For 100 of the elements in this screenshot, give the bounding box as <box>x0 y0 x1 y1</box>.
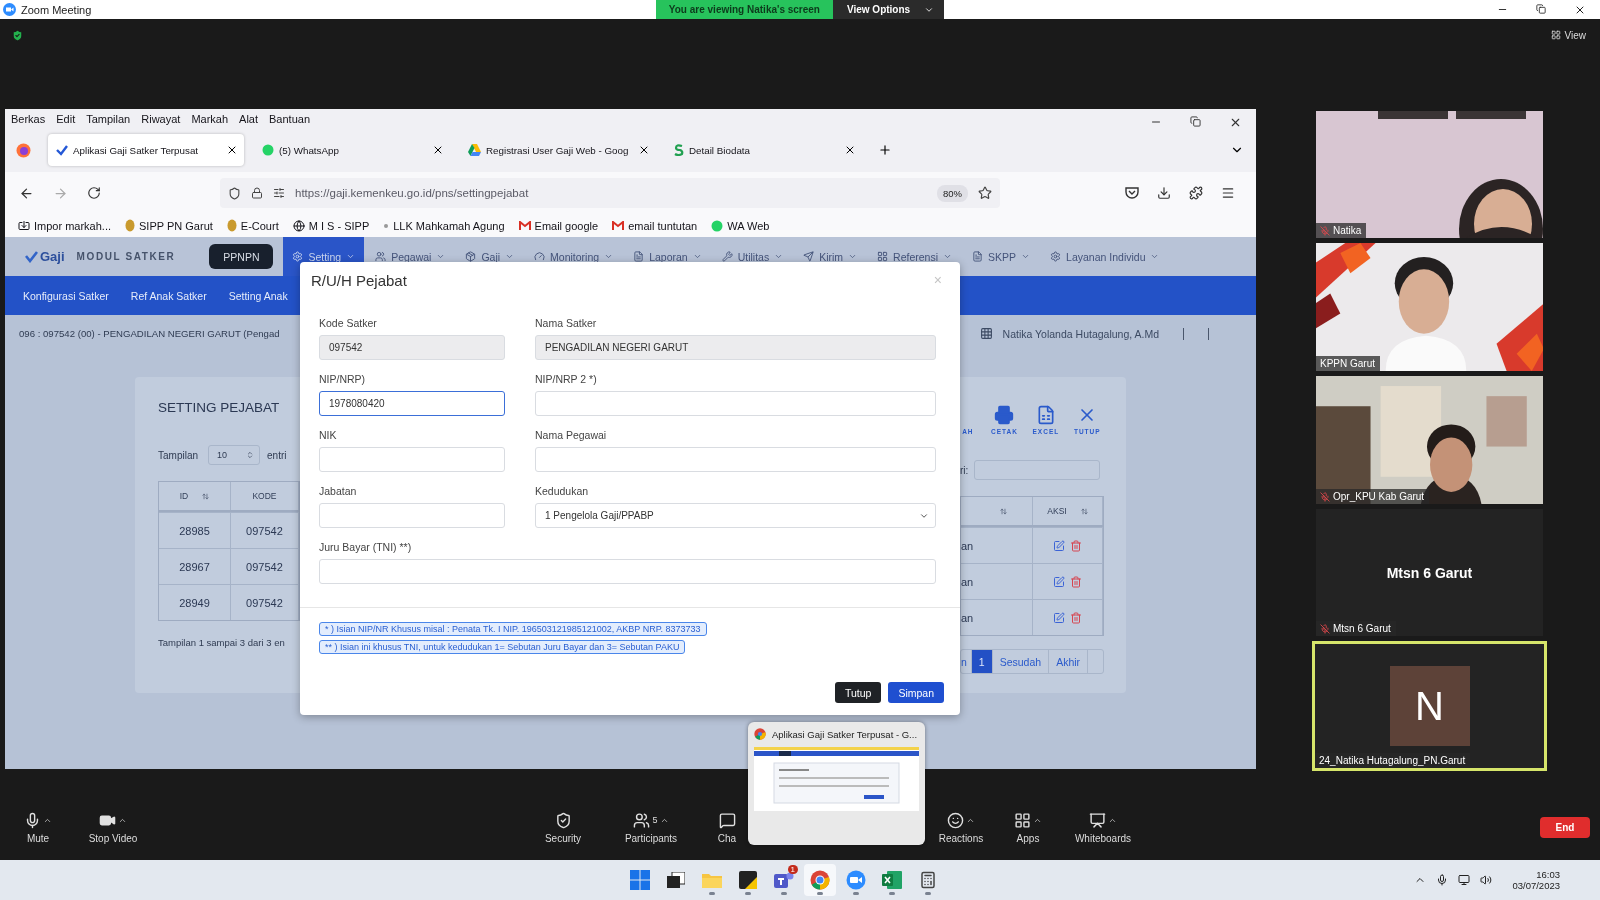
user-name[interactable]: Natika Yolanda Hutagalung, A.Md <box>1002 327 1160 340</box>
field-label: NIK <box>319 429 338 442</box>
window-title: Zoom Meeting <box>21 3 92 16</box>
table-cell: an <box>961 600 1033 635</box>
table-info: Tampilan 1 sampai 3 dari 3 en <box>158 637 286 648</box>
browser-tab[interactable]: (5) WhatsApp <box>254 134 450 166</box>
zoom-level[interactable]: 80% <box>937 184 968 202</box>
bookmark[interactable]: email tuntutan <box>612 219 698 232</box>
browser-tab[interactable]: Aplikasi Gaji Satker Terpusat <box>48 134 244 166</box>
menu-item[interactable]: Alat <box>239 112 259 125</box>
field-label: Nama Satker <box>535 317 598 330</box>
notification-badge: 1 <box>787 865 798 874</box>
table-cell: 097542 <box>230 585 299 620</box>
field-label: Juru Bayar (TNI) **) <box>319 541 413 554</box>
field-label: Kedudukan <box>535 485 590 498</box>
participant-display-name: Mtsn 6 Garut <box>1386 564 1473 581</box>
input-field[interactable]: 097542 <box>319 335 505 360</box>
toolbar-button[interactable]: Mute <box>3 811 73 844</box>
window-preview-popup[interactable]: Aplikasi Gaji Satker Terpusat - G... <box>748 722 925 845</box>
info-note: * ) Isian NIP/NR Khusus misal : Penata Tk. I NIP. 196503121985121002, AKBP NRP. 8373733 <box>319 622 707 636</box>
toolbar-button[interactable]: Apps <box>993 811 1063 844</box>
length-select[interactable]: 10 <box>208 445 261 465</box>
table-cell: an <box>961 528 1033 563</box>
bookmark[interactable]: WA Web <box>711 219 770 232</box>
input-field[interactable]: PENGADILAN NEGERI GARUT <box>535 335 936 360</box>
taskbar-app[interactable]: 1 <box>768 864 800 896</box>
bookmark[interactable]: SIPP PN Garut <box>125 219 213 232</box>
nav-item[interactable]: Gaji <box>456 237 524 276</box>
nav-item[interactable]: SKPP <box>963 237 1040 276</box>
menu-item[interactable]: Berkas <box>11 112 46 125</box>
toolbar-button[interactable]: Cha <box>705 811 749 844</box>
menu-item[interactable]: Edit <box>56 112 76 125</box>
search-label: ri: <box>960 464 969 476</box>
tab-title: Detail Biodata <box>689 144 751 156</box>
page-link[interactable]: Akhir <box>1049 650 1089 673</box>
app-logo: Gaji <box>25 249 65 264</box>
nav-item[interactable]: Laporan <box>624 237 711 276</box>
toolbar-button[interactable]: Stop Video <box>78 811 148 844</box>
browser-tab[interactable]: Detail Biodata <box>666 134 862 166</box>
info-note: ** ) Isian ini khusus TNI, untuk kedudukan 1= Sebutan Juru Bayar dan 3= Sebutan PAKU <box>319 640 686 654</box>
browser-tab[interactable]: Registrasi User Gaji Web - Goog <box>460 134 656 166</box>
menu-item[interactable]: Bantuan <box>269 112 310 125</box>
page-link[interactable]: 1 <box>971 650 993 673</box>
field-label: Nama Pegawai <box>535 429 608 442</box>
close-button[interactable]: Tutup <box>834 682 882 703</box>
participant-name: Natika <box>1333 225 1362 236</box>
module-name: MODUL SATKER <box>76 251 176 262</box>
menu-item[interactable]: Markah <box>191 112 229 125</box>
sub-nav-item[interactable]: Ref Anak Satker <box>130 289 207 302</box>
nav-item[interactable]: Kirim <box>794 237 867 276</box>
bookmark[interactable]: Email google <box>518 219 599 232</box>
clock-time: 16:03 <box>1536 869 1560 880</box>
toolbar-button[interactable]: Whiteboards <box>1068 811 1138 844</box>
participant-name: 24_Natika Hutagalung_PN.Garut <box>1319 755 1466 766</box>
menu-item[interactable]: Riwayat <box>141 112 181 125</box>
ppnpn-button[interactable]: PPNPN <box>209 244 274 269</box>
menu-item[interactable]: Tampilan <box>86 112 131 125</box>
column-header[interactable]: ID <box>159 482 231 510</box>
table-cell: 097542 <box>230 513 299 548</box>
table-cell: 097542 <box>230 549 299 584</box>
column-header[interactable]: AKSI <box>1033 497 1103 525</box>
nav-item[interactable]: Utilitas <box>712 237 793 276</box>
participant-count: 5 <box>652 815 658 825</box>
toolbar-button[interactable]: Security <box>528 811 598 844</box>
url-text: https://gaji.kemenkeu.go.id/pns/settingpejabat <box>295 187 529 199</box>
nav-item[interactable]: Layanan Individu <box>1041 237 1169 276</box>
bookmark[interactable]: LLK Mahkamah Agung <box>383 219 505 232</box>
participant-name: Mtsn 6 Garut <box>1333 623 1391 634</box>
field-label: NIP/NRP 2 *) <box>535 373 598 386</box>
bookmark[interactable]: M I S - SIPP <box>292 219 370 232</box>
page-title: SETTING PEJABAT <box>158 400 281 415</box>
clock-date: 03/07/2023 <box>1512 880 1560 891</box>
table-cell: an <box>961 564 1033 599</box>
share-banner: You are viewing Natika's screen <box>655 0 833 19</box>
field-label: Kode Satker <box>319 317 378 330</box>
length-suffix: entri <box>267 449 287 461</box>
nav-item[interactable]: Monitoring <box>525 237 623 276</box>
avatar: N <box>1389 666 1470 746</box>
tab-title: Registrasi User Gaji Web - Goog <box>486 144 630 156</box>
input-field[interactable]: 1978080420 <box>319 391 505 416</box>
sub-nav-item[interactable]: Konfigurasi Satker <box>23 289 109 302</box>
view-button[interactable]: View <box>1544 28 1592 42</box>
select-field[interactable]: 1 Pengelola Gaji/PPABP <box>535 503 936 528</box>
field-label: NIP/NRP) <box>319 373 367 386</box>
bookmark[interactable]: Impor markah... <box>18 219 112 232</box>
breadcrumb: 096 : 097542 (00) - PENGADILAN NEGERI GARUT (Pengad <box>19 328 280 339</box>
page-link[interactable]: Sesudah <box>992 650 1050 673</box>
sub-nav-item[interactable]: Setting Anak <box>228 289 288 302</box>
view-options-button[interactable]: View Options <box>833 0 945 19</box>
toolbar-button[interactable]: 5 Participants <box>616 811 686 844</box>
page-link[interactable]: n <box>961 650 972 673</box>
toolbar-button[interactable]: Reactions <box>926 811 996 844</box>
bookmark[interactable]: E-Court <box>226 219 279 232</box>
end-button[interactable]: End <box>1540 817 1590 838</box>
save-button[interactable]: Simpan <box>888 682 944 703</box>
tab-title: Aplikasi Gaji Satker Terpusat <box>73 144 200 156</box>
column-header[interactable]: KODE <box>230 482 299 510</box>
preview-title: Aplikasi Gaji Satker Terpusat - G... <box>772 728 918 740</box>
address-bar[interactable]: https://gaji.kemenkeu.go.id/pns/settingpejabat 80% <box>220 178 1000 208</box>
field-label: Jabatan <box>319 485 358 498</box>
